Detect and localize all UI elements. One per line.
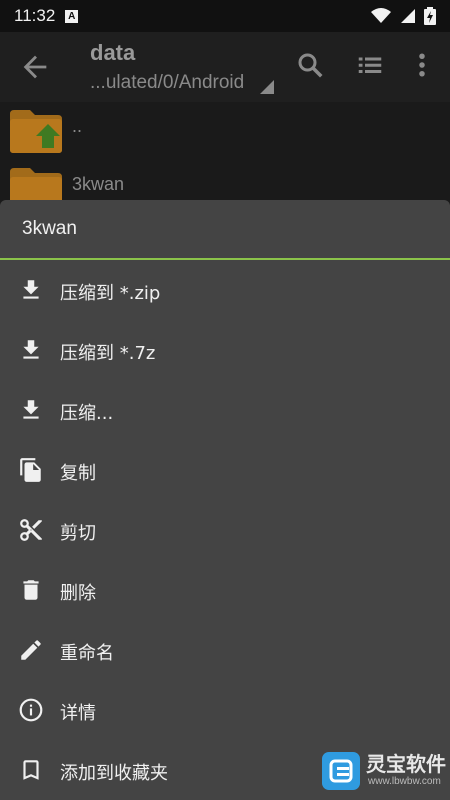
signal-icon — [401, 9, 415, 23]
menu-item-label: 删除 — [60, 583, 96, 604]
menu-list: 压缩到 *.zip 压缩到 *.7z 压缩... 复制 剪切 删除 重命名 详情… — [0, 260, 450, 800]
menu-item-label: 重命名 — [60, 643, 114, 664]
info-icon — [19, 698, 43, 722]
file-row[interactable]: .. — [0, 102, 450, 160]
back-arrow-icon[interactable] — [18, 50, 52, 84]
toolbar: data ...ulated/0/Android — [0, 32, 450, 102]
sheet-title: 3kwan — [22, 218, 77, 239]
battery-icon — [424, 7, 436, 25]
menu-item-compress[interactable]: 压缩... — [0, 380, 450, 440]
download-icon — [23, 280, 39, 299]
menu-item-label: 详情 — [60, 703, 96, 724]
menu-item-details[interactable]: 详情 — [0, 680, 450, 740]
menu-item-label: 压缩... — [60, 403, 114, 424]
status-time: 11:32 — [14, 6, 56, 25]
context-menu-sheet: 3kwan 压缩到 *.zip 压缩到 *.7z 压缩... 复制 剪切 删除 … — [0, 200, 450, 800]
dropdown-triangle-icon[interactable] — [260, 80, 274, 94]
menu-item-cut[interactable]: 剪切 — [0, 500, 450, 560]
menu-item-label: 压缩到 *.7z — [60, 343, 156, 364]
status-icons — [370, 7, 436, 25]
watermark-logo-icon — [322, 752, 360, 790]
watermark-text: 灵宝软件 — [366, 752, 446, 776]
wifi-icon — [371, 8, 391, 23]
scissors-icon — [20, 519, 42, 541]
menu-item-copy[interactable]: 复制 — [0, 440, 450, 500]
search-icon[interactable] — [295, 50, 325, 80]
bookmark-icon — [23, 760, 39, 780]
status-bar: 11:32 A — [0, 0, 450, 32]
file-name: 3kwan — [72, 174, 125, 194]
copy-icon — [20, 458, 41, 482]
list-view-icon[interactable] — [355, 50, 385, 80]
download-icon — [23, 400, 39, 419]
menu-item-label: 添加到收藏夹 — [60, 763, 168, 784]
menu-item-rename[interactable]: 重命名 — [0, 620, 450, 680]
menu-item-compress-zip[interactable]: 压缩到 *.zip — [0, 260, 450, 320]
menu-item-compress-7z[interactable]: 压缩到 *.7z — [0, 320, 450, 380]
menu-item-label: 剪切 — [60, 523, 96, 544]
watermark-url: www.lbwbw.com — [368, 776, 441, 787]
notification-icon: A — [65, 9, 79, 23]
menu-item-label: 复制 — [60, 463, 96, 484]
folder-title: data — [90, 40, 136, 65]
more-vert-icon[interactable] — [410, 50, 434, 80]
pencil-icon — [21, 640, 41, 660]
watermark: 灵宝软件 www.lbwbw.com — [322, 746, 446, 794]
menu-item-label: 压缩到 *.zip — [60, 283, 161, 304]
download-icon — [23, 340, 39, 359]
file-name: .. — [72, 116, 83, 136]
trash-icon — [23, 580, 39, 600]
menu-item-delete[interactable]: 删除 — [0, 560, 450, 620]
path-dropdown[interactable]: ...ulated/0/Android — [90, 72, 244, 94]
folder-up-icon — [10, 110, 62, 153]
